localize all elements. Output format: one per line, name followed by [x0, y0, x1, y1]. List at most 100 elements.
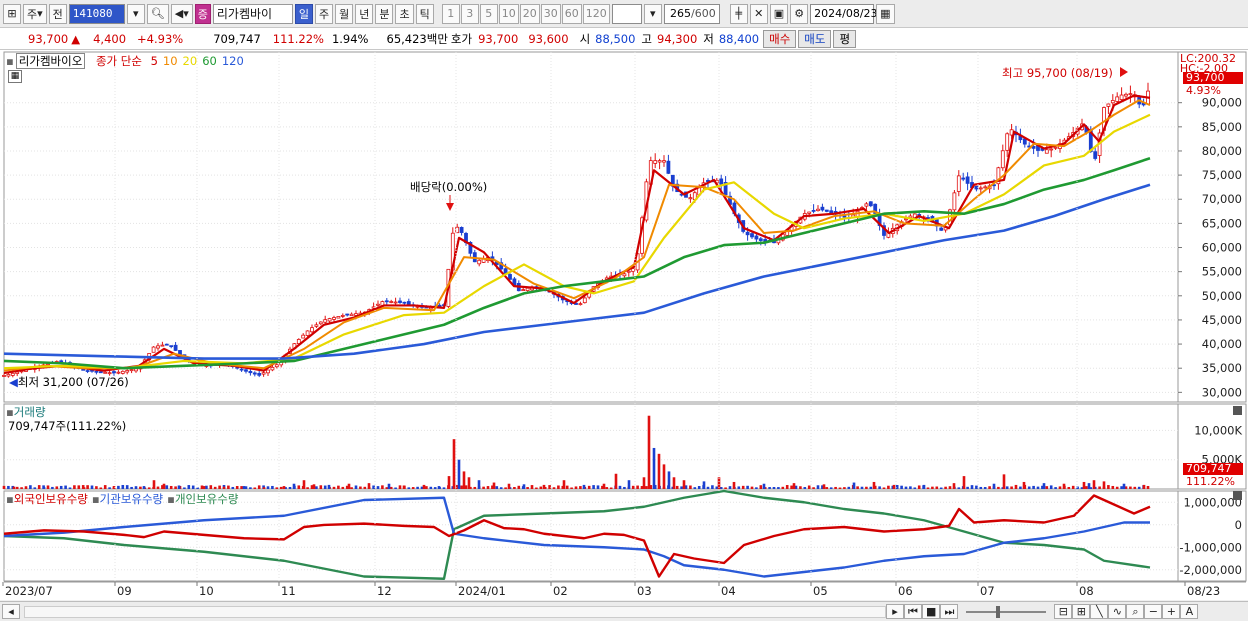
volume-bar [191, 485, 195, 489]
period-tab-4[interactable]: 분 [375, 3, 394, 24]
pane-frame-1 [3, 403, 1247, 490]
candle-body [398, 300, 402, 303]
volume-spike-bar [614, 473, 618, 489]
period-tab-2[interactable]: 월 [335, 3, 354, 24]
interval-tab-0[interactable]: 1 [441, 3, 460, 24]
volume-bar [1045, 486, 1049, 489]
holdings-legend-icon-0[interactable]: ▪ [6, 492, 14, 506]
chart-svg[interactable]: 30,000 35,000 40,000 45,000 50,000 55,000 60,0… [0, 50, 1248, 600]
period-tab-6[interactable]: 틱 [415, 3, 434, 24]
scroll-left-icon[interactable]: ◂ [2, 604, 20, 619]
interval-tab-6[interactable]: 60 [561, 3, 582, 24]
interval-tab-1[interactable]: 3 [460, 3, 479, 24]
grid-toggle-icon[interactable]: ▦ [8, 70, 22, 83]
holdings-tick-label: -1,000,000 [1179, 540, 1242, 554]
volume-bar [609, 487, 613, 489]
chart-menu-icon[interactable]: ⊞ [3, 3, 21, 24]
zoom-search-icon[interactable]: ⌕ [1126, 604, 1145, 619]
interval-tabs: 1 3 5 10 20 30 60 120 [441, 3, 610, 24]
rewind-icon[interactable]: ⏮︎ [904, 604, 922, 619]
interval-tab-2[interactable]: 5 [479, 3, 498, 24]
volume-pane-close-icon[interactable] [1233, 406, 1242, 415]
holdings-legend-icon-2[interactable]: ▪ [167, 492, 175, 506]
zoom-slider-handle[interactable] [996, 605, 1001, 618]
period-tab-3[interactable]: 년 [355, 3, 374, 24]
stock-tag-badge[interactable]: 증 [194, 3, 211, 24]
scroll-track[interactable] [24, 605, 886, 618]
search-icon[interactable]: 🔍︎ [146, 3, 169, 24]
interval-tab-3[interactable]: 10 [498, 3, 519, 24]
holdings-legend-icon-1[interactable]: ▪ [92, 492, 100, 506]
line-tool-icon[interactable]: ╲ [1090, 604, 1109, 619]
volume-bar [843, 487, 846, 489]
date-input[interactable]: 2024/08/23 [810, 3, 878, 24]
zoom-out-icon[interactable]: − [1144, 604, 1163, 619]
volume-spike-bar [962, 476, 966, 489]
sell-button[interactable]: 매도 [798, 29, 832, 48]
candle-body [252, 372, 257, 375]
chart-area[interactable]: 30,000 35,000 40,000 45,000 50,000 55,000 60,0… [0, 50, 1248, 600]
volume-bar [1133, 486, 1137, 489]
volume-bar [724, 487, 727, 489]
eval-button[interactable]: 평 [833, 29, 857, 48]
volume-bar [737, 486, 741, 489]
volume-bar [680, 486, 683, 489]
calendar-icon[interactable]: ▦ [876, 3, 895, 24]
volume-spike-bar [447, 476, 451, 489]
candle-body [239, 368, 244, 371]
candle-body [1124, 93, 1128, 97]
crosshair-icon[interactable]: ✕ [749, 3, 768, 24]
pane-menu-icon[interactable]: ▪ [6, 54, 14, 68]
candle-icon[interactable]: ╪ [729, 3, 748, 24]
draw-tool-icon[interactable]: ∿ [1108, 604, 1127, 619]
fast-forward-icon[interactable]: ⏭︎ [940, 604, 959, 619]
volume-bar [759, 485, 763, 489]
volume-bar [1019, 486, 1022, 489]
period-tab-1[interactable]: 주 [314, 3, 334, 24]
candle-body [745, 231, 750, 236]
zoom-in-icon[interactable]: + [1162, 604, 1181, 619]
volume-bar [95, 486, 98, 489]
low-annotation: ◀최저 31,200 (07/26) [9, 374, 129, 390]
volume-bar [526, 487, 529, 489]
volume-bar [790, 485, 793, 489]
prev-button[interactable]: 전 [48, 3, 67, 24]
stock-name-field[interactable]: 리가켐바이 [212, 3, 293, 24]
holdings-pane-close-icon[interactable] [1233, 491, 1242, 500]
buy-button[interactable]: 매수 [763, 29, 797, 48]
interval-dropdown-icon[interactable]: ▾ [643, 3, 662, 24]
view-select[interactable]: 주 ▾ [23, 3, 47, 24]
code-dropdown-icon[interactable]: ▾ [126, 3, 145, 24]
volume-bar [169, 485, 173, 489]
zoom-slider[interactable] [966, 605, 1047, 618]
volume-spike-bar [1082, 481, 1086, 489]
volume-bar [486, 486, 490, 489]
interval-tab-5[interactable]: 30 [540, 3, 561, 24]
volume-spike-bar [642, 477, 646, 489]
volume-bar [882, 487, 886, 489]
volume-pane-icon[interactable]: ▪ [6, 405, 14, 419]
count-field[interactable]: 265/600 [663, 3, 720, 24]
interval-tab-4[interactable]: 20 [519, 3, 540, 24]
period-tab-5[interactable]: 초 [395, 3, 414, 24]
save-icon[interactable]: ▣ [769, 3, 789, 24]
gear-icon[interactable]: ⚙︎ [790, 3, 809, 24]
volume-spike-bar [457, 459, 461, 489]
stock-code-input[interactable]: 141080 [68, 3, 125, 24]
stock-name-box[interactable]: 리가켐바이오 [15, 53, 86, 69]
interval-tab-7[interactable]: 120 [582, 3, 610, 24]
volume-spike-bar [602, 483, 606, 489]
volume-spike-bar [892, 484, 896, 489]
volume-spike-bar [422, 484, 426, 489]
scroll-bar[interactable]: ◂ ▸ ⏮︎ ■ ⏭︎ ⊟ ⊞ ╲ ∿ ⌕ − + A [0, 601, 1248, 621]
period-tab-0[interactable]: 일 [294, 3, 313, 24]
interval-input[interactable] [611, 3, 642, 24]
font-size-icon[interactable]: A [1180, 604, 1199, 619]
candle-body [956, 175, 961, 192]
stop-icon[interactable]: ■ [922, 604, 941, 619]
split-icon[interactable]: ⊞ [1072, 604, 1091, 619]
scroll-right-icon[interactable]: ▸ [886, 604, 904, 619]
ma-label-10: 10 [162, 54, 178, 68]
layout-icon[interactable]: ⊟ [1054, 604, 1073, 619]
speaker-icon[interactable]: ◀︎▾ [170, 3, 193, 24]
